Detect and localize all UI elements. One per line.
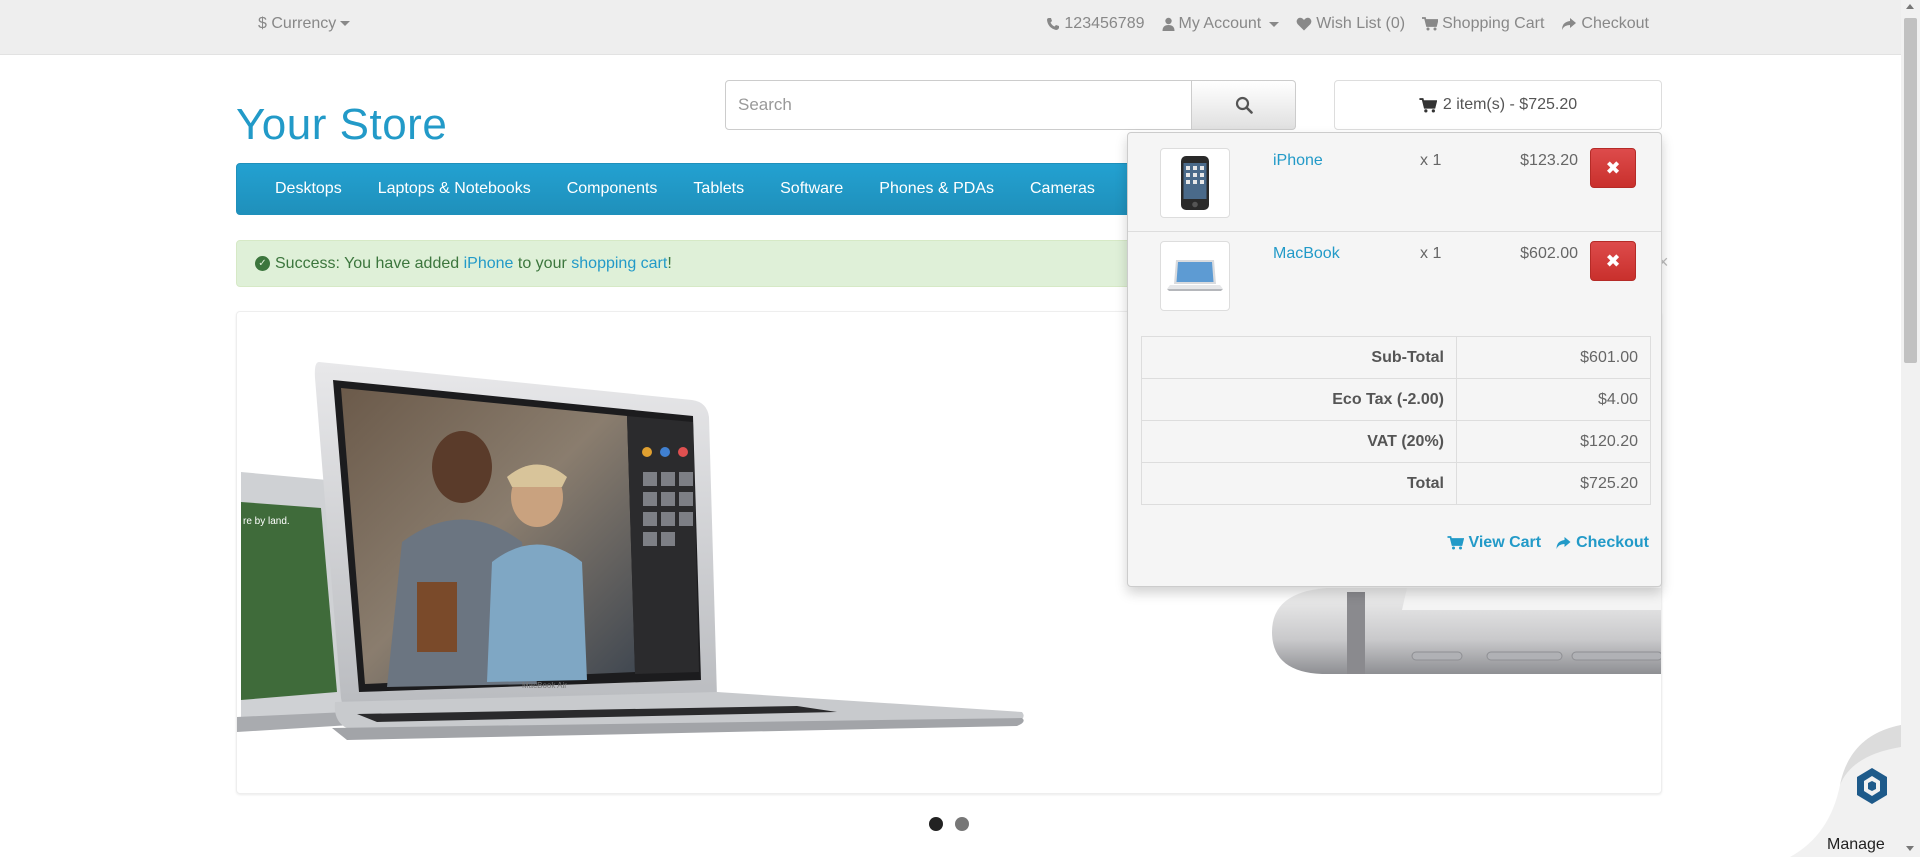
page-scrollbar[interactable]	[1901, 0, 1920, 857]
alert-cart-link[interactable]: shopping cart	[571, 255, 667, 273]
share-icon	[1556, 537, 1571, 549]
cart-item-qty: x 1	[1420, 152, 1442, 169]
cart-item-name[interactable]: MacBook	[1273, 245, 1340, 263]
remove-item-button[interactable]: ✖	[1590, 241, 1636, 281]
wish-list-label: Wish List (0)	[1316, 15, 1406, 32]
menu-item-cameras[interactable]: Cameras	[1012, 180, 1113, 198]
laptop-label: MacBook Air	[522, 681, 567, 690]
alert-prefix: Success: You have added	[275, 254, 460, 272]
totals-row: Eco Tax (-2.00) $4.00	[1141, 378, 1651, 421]
laptop-tagline: re by land.	[243, 516, 290, 527]
menu-item-laptops-notebooks[interactable]: Laptops & Notebooks	[360, 180, 549, 198]
remove-icon: ✖	[1605, 157, 1621, 178]
cart-item-price: $602.00	[1520, 245, 1578, 262]
scrollbar-thumb[interactable]	[1904, 18, 1917, 363]
my-account-label: My Account	[1178, 15, 1262, 32]
slideshow-pagination	[929, 817, 969, 831]
check-circle-icon: ✓	[255, 256, 270, 271]
search-button[interactable]	[1192, 80, 1296, 130]
search-bar	[725, 80, 1296, 130]
top-bar: $ Currency 123456789 My Account Wish Lis…	[0, 0, 1901, 55]
product-thumbnail[interactable]	[1160, 148, 1230, 218]
menu-item-components[interactable]: Components	[549, 180, 676, 198]
cart-item-price: $123.20	[1520, 152, 1578, 169]
remove-icon: ✖	[1605, 250, 1621, 271]
iphone-image	[1181, 156, 1209, 210]
macbook-image	[1167, 260, 1223, 291]
store-logo[interactable]: Your Store	[236, 100, 447, 150]
share-icon	[1562, 18, 1577, 30]
view-cart-link[interactable]: View Cart	[1447, 534, 1541, 552]
shopping-cart-link[interactable]: Shopping Cart	[1422, 15, 1544, 33]
totals-label: Total	[1141, 462, 1457, 505]
checkout-label: Checkout	[1581, 15, 1649, 32]
checkout-link[interactable]: Checkout	[1561, 15, 1649, 33]
menu-item-software[interactable]: Software	[762, 180, 861, 198]
menu-item-desktops[interactable]: Desktops	[257, 180, 360, 198]
totals-value: $120.20	[1456, 420, 1651, 463]
phone-icon	[1047, 18, 1060, 30]
scroll-up-arrow[interactable]	[1906, 4, 1914, 9]
wish-list-link[interactable]: Wish List (0)	[1296, 15, 1405, 33]
cart-item-row: iPhone x 1 $123.20 ✖	[1128, 140, 1661, 232]
product-thumbnail[interactable]	[1160, 241, 1230, 311]
cart-button[interactable]: 2 item(s) - $725.20	[1334, 80, 1662, 130]
totals-value: $725.20	[1456, 462, 1651, 505]
cart-dropdown: iPhone x 1 $123.20 ✖ MacBook x 1 $602.00…	[1127, 132, 1662, 587]
view-cart-label: View Cart	[1468, 534, 1542, 551]
cart-actions: View Cart Checkout	[1447, 534, 1649, 552]
totals-label: VAT (20%)	[1141, 420, 1457, 463]
totals-value: $4.00	[1456, 378, 1651, 421]
menu-item-tablets[interactable]: Tablets	[675, 180, 762, 198]
cart-item-row: MacBook x 1 $602.00 ✖	[1128, 233, 1661, 325]
totals-label: Eco Tax (-2.00)	[1141, 378, 1457, 421]
slide-dot-2[interactable]	[955, 817, 969, 831]
cart-icon	[1419, 97, 1437, 112]
manage-label[interactable]: Manage	[1827, 836, 1885, 854]
alert-middle: to your	[517, 254, 567, 272]
totals-label: Sub-Total	[1141, 336, 1457, 379]
currency-label: Currency	[271, 15, 337, 32]
cart-icon	[1422, 17, 1439, 31]
search-icon	[1235, 96, 1253, 114]
caret-down-icon	[1269, 21, 1280, 27]
checkout-label: Checkout	[1576, 534, 1649, 551]
totals-value: $601.00	[1456, 336, 1651, 379]
search-input[interactable]	[725, 80, 1192, 130]
dollar-icon: $	[258, 15, 267, 32]
cart-totals-table: Sub-Total $601.00 Eco Tax (-2.00) $4.00 …	[1141, 336, 1651, 505]
totals-row: Total $725.20	[1141, 462, 1651, 505]
phone-number: 123456789	[1064, 15, 1145, 32]
cart-item-qty: x 1	[1420, 245, 1442, 262]
my-account-dropdown[interactable]: My Account	[1162, 15, 1280, 33]
user-icon	[1162, 17, 1174, 31]
currency-dropdown[interactable]: $ Currency	[258, 15, 351, 33]
alert-product-link[interactable]: iPhone	[464, 255, 514, 273]
cart-icon	[1447, 536, 1465, 550]
menu-item-phones-pdas[interactable]: Phones & PDAs	[861, 180, 1012, 198]
caret-down-icon	[340, 21, 351, 27]
shopping-cart-label: Shopping Cart	[1442, 15, 1545, 32]
heart-icon	[1296, 17, 1312, 31]
totals-row: Sub-Total $601.00	[1141, 336, 1651, 379]
scroll-down-arrow[interactable]	[1906, 846, 1914, 851]
slide-dot-1[interactable]	[929, 817, 943, 831]
checkout-link[interactable]: Checkout	[1555, 534, 1649, 552]
cart-item-name[interactable]: iPhone	[1273, 152, 1323, 170]
phone-link[interactable]: 123456789	[1046, 15, 1145, 33]
alert-suffix: !	[667, 254, 672, 272]
remove-item-button[interactable]: ✖	[1590, 148, 1636, 188]
cart-total-label: 2 item(s) - $725.20	[1442, 96, 1578, 113]
totals-row: VAT (20%) $120.20	[1141, 420, 1651, 463]
